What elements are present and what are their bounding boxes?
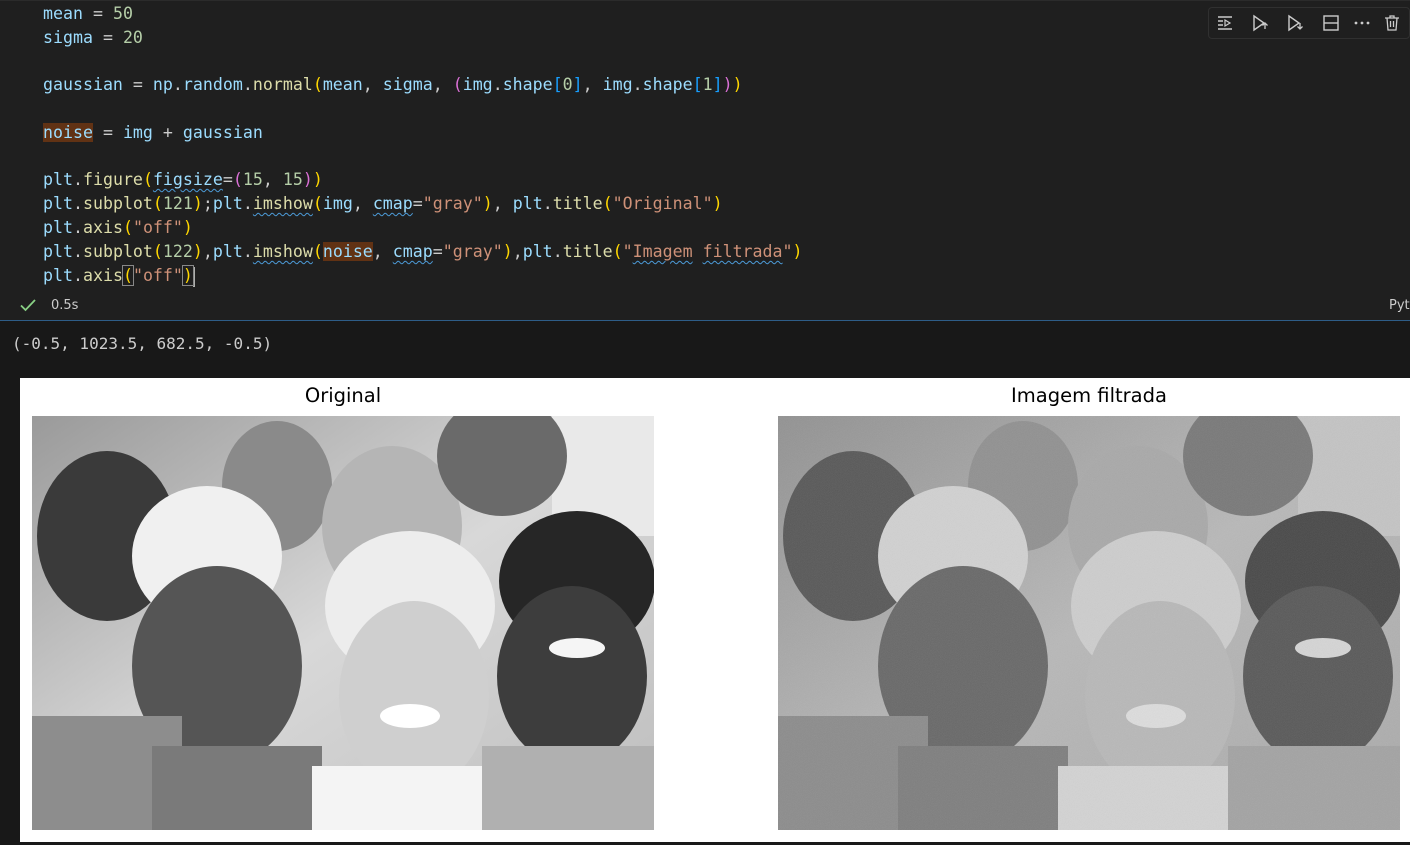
token-module: plt — [522, 242, 553, 261]
cell-toolbar — [1208, 7, 1410, 39]
token-func: title — [552, 194, 603, 213]
token-string: " — [782, 242, 793, 261]
success-check-icon — [20, 299, 36, 312]
token-string: "off" — [132, 218, 183, 237]
code-line-9[interactable]: plt.axis("off") — [43, 264, 195, 288]
split-cell-icon — [1323, 15, 1339, 31]
token-var: mean — [322, 75, 363, 94]
token-var: img — [322, 194, 353, 213]
token-string: filtrada — [702, 242, 783, 261]
token-kwarg: figsize — [152, 170, 223, 189]
token-func: subplot — [82, 242, 153, 261]
token-number: 121 — [162, 194, 193, 213]
code-line-1[interactable]: mean = 50 — [43, 2, 133, 26]
token-var: sigma — [382, 75, 433, 94]
token-module: plt — [212, 194, 243, 213]
execute-below-button[interactable] — [1284, 12, 1306, 34]
token-module: plt — [43, 194, 73, 213]
code-line-4[interactable]: noise = img + gaussian — [43, 121, 263, 145]
text-cursor — [192, 266, 195, 287]
token-func: figure — [82, 170, 143, 189]
token-string: "Original" — [612, 194, 713, 213]
token-attr: random — [182, 75, 243, 94]
code-cell-editor[interactable]: mean = 50 sigma = 20 gaussian = np.rando… — [0, 0, 1410, 292]
more-icon — [1354, 21, 1370, 25]
token-string: "gray" — [442, 242, 503, 261]
original-image — [32, 416, 654, 830]
token-func: title — [562, 242, 613, 261]
execute-below-icon — [1288, 14, 1303, 32]
more-actions-button[interactable] — [1351, 12, 1373, 34]
token-var: img — [462, 75, 493, 94]
token-var-highlighted: noise — [43, 123, 93, 142]
token-var: img — [602, 75, 633, 94]
kernel-language[interactable]: Pyt — [1389, 292, 1410, 320]
run-by-line-button[interactable] — [1214, 12, 1236, 34]
token-kwarg: cmap — [392, 242, 433, 261]
token-module: plt — [43, 218, 73, 237]
delete-cell-button[interactable] — [1381, 12, 1403, 34]
token-number: 122 — [162, 242, 193, 261]
token-string: Imagem — [632, 242, 693, 261]
filtered-image — [778, 416, 1400, 830]
run-by-line-icon — [1218, 16, 1232, 30]
token-number: 15 — [282, 170, 303, 189]
code-line-6[interactable]: plt.subplot(121);plt.imshow(img, cmap="g… — [43, 192, 723, 216]
token-func: axis — [82, 266, 123, 285]
token-number: 15 — [242, 170, 263, 189]
token-func: subplot — [82, 194, 153, 213]
execute-above-button[interactable] — [1249, 12, 1271, 34]
execute-above-icon — [1253, 14, 1268, 32]
code-line-8[interactable]: plt.subplot(122),plt.imshow(noise, cmap=… — [43, 240, 803, 264]
subplot-title-filtered: Imagem filtrada — [1011, 384, 1167, 407]
code-line-3[interactable]: gaussian = np.random.normal(mean, sigma,… — [43, 73, 743, 97]
token-module: plt — [43, 242, 73, 261]
token-module: np — [152, 75, 173, 94]
token-module: plt — [512, 194, 543, 213]
token-var: gaussian — [43, 75, 123, 94]
subplot-title-original: Original — [304, 384, 382, 407]
token-module: plt — [43, 170, 73, 189]
code-line-7[interactable]: plt.axis("off") — [43, 216, 193, 240]
token-module: plt — [212, 242, 243, 261]
token-string: " — [622, 242, 633, 261]
code-line-2[interactable]: sigma = 20 — [43, 26, 143, 50]
token-string: "off" — [132, 266, 183, 285]
filtered-photo-placeholder — [778, 416, 1400, 830]
token-var-highlighted: noise — [322, 242, 373, 261]
token-number: 20 — [122, 28, 143, 47]
cell-execution-status: 0.5s Pyt — [0, 292, 1410, 321]
token-func: normal — [252, 75, 313, 94]
token-var: img — [122, 123, 153, 142]
token-attr: shape — [502, 75, 553, 94]
split-cell-button[interactable] — [1320, 12, 1342, 34]
token-kwarg: cmap — [372, 194, 413, 213]
token-mean: mean — [43, 4, 83, 23]
code-line-5[interactable]: plt.figure(figsize=(15, 15)) — [43, 168, 323, 192]
token-number: 0 — [562, 75, 573, 94]
execution-time: 0.5s — [51, 298, 79, 313]
matplotlib-figure: Original Imagem filtrada — [20, 378, 1410, 842]
token-func: imshow — [252, 242, 313, 261]
cell-top-border — [0, 0, 1410, 1]
token-func: imshow — [252, 194, 313, 213]
token-number: 1 — [702, 75, 713, 94]
token-func: axis — [82, 218, 123, 237]
delete-icon — [1385, 15, 1399, 31]
token-module: plt — [43, 266, 73, 285]
token-number: 50 — [112, 4, 133, 23]
cell-output-text: (-0.5, 1023.5, 682.5, -0.5) — [12, 334, 273, 353]
token-attr: shape — [642, 75, 693, 94]
token-sigma: sigma — [43, 28, 93, 47]
original-photo-placeholder — [32, 416, 654, 830]
token-var: gaussian — [182, 123, 263, 142]
token-string: "gray" — [422, 194, 483, 213]
